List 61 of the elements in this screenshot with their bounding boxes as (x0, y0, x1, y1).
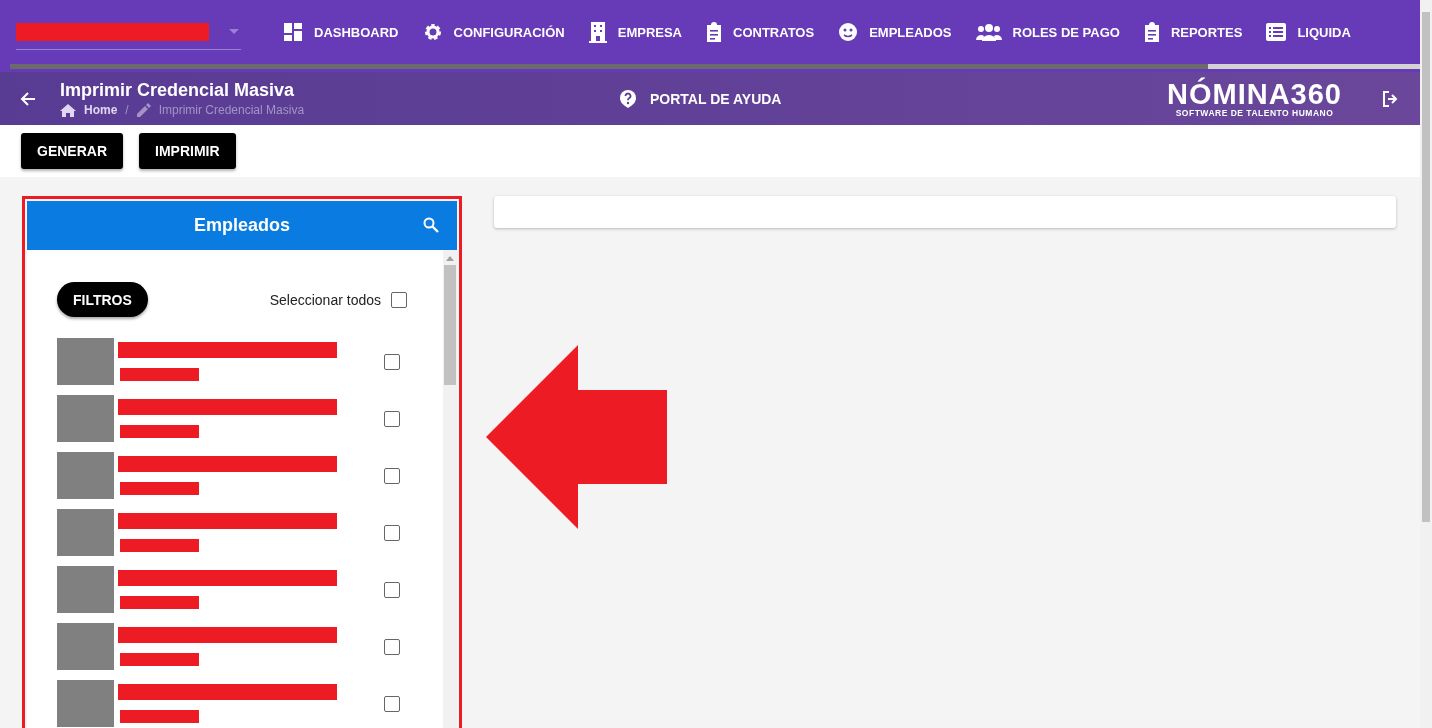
nav-label: CONTRATOS (733, 24, 815, 40)
clipboard-icon (1143, 22, 1160, 42)
logout-icon[interactable] (1382, 89, 1400, 108)
nav-label: REPORTES (1170, 24, 1243, 40)
nav-item[interactable]: LIQUIDA (1254, 23, 1363, 41)
building-icon (588, 21, 607, 43)
page-title: Imprimir Credencial Masiva (60, 80, 296, 101)
select-all-checkbox[interactable] (391, 291, 407, 308)
employee-checkbox[interactable] (384, 353, 400, 370)
gear-icon (422, 22, 443, 42)
toolbar-button[interactable]: GENERAR (21, 133, 123, 169)
pencil-icon (136, 103, 151, 117)
select-all-label: Seleccionar todos (269, 291, 381, 308)
nav-item[interactable]: CONTRATOS (694, 22, 827, 42)
photo-placeholder (57, 566, 114, 613)
home-icon (60, 103, 76, 117)
nav-item[interactable]: DASHBOARD (271, 22, 411, 42)
face-icon (838, 22, 859, 42)
employee-checkbox[interactable] (384, 410, 400, 427)
nav-label: CONFIGURACIÓN (453, 24, 565, 40)
scrollbar-thumb[interactable] (1422, 12, 1430, 522)
scrollbar[interactable] (443, 250, 457, 728)
breadcrumb-separator: / (125, 103, 129, 117)
search-icon[interactable] (423, 217, 439, 233)
caret-icon (229, 29, 239, 34)
nav-item[interactable]: ROLES DE PAGO (963, 23, 1132, 41)
dashboard-icon (283, 22, 303, 42)
photo-placeholder (57, 509, 114, 556)
toolbar-button[interactable]: IMPRIMIR (139, 133, 236, 169)
nav-label: EMPLEADOS (869, 24, 952, 40)
photo-placeholder (57, 623, 114, 670)
employee-checkbox[interactable] (384, 581, 400, 598)
employee-checkbox[interactable] (384, 695, 400, 712)
nav-label: EMPRESA (617, 24, 682, 40)
back-arrow-icon[interactable] (20, 90, 36, 107)
employee-checkbox[interactable] (384, 524, 400, 541)
scrollbar-thumb[interactable] (444, 265, 456, 385)
breadcrumb-link[interactable]: Home (84, 103, 118, 117)
logo-name: NÓMINA360 (1167, 79, 1342, 108)
employee-checkbox[interactable] (384, 467, 400, 484)
nav-item[interactable]: REPORTES (1131, 22, 1255, 42)
panel-title: Empleados (194, 215, 290, 236)
filters-button[interactable]: FILTROS (57, 282, 148, 317)
help-portal-link[interactable]: PORTAL DE AYUDA (620, 89, 782, 108)
photo-placeholder (57, 452, 114, 499)
nav-label: LIQUIDA (1297, 24, 1351, 40)
nav-item[interactable]: CONFIGURACIÓN (410, 22, 577, 42)
photo-placeholder (57, 338, 114, 385)
nav-item[interactable]: EMPRESA (576, 21, 694, 43)
people-icon (975, 23, 1002, 41)
breadcrumb-current: Imprimir Credencial Masiva (158, 103, 305, 117)
clipboard-icon (706, 22, 722, 42)
photo-placeholder (57, 680, 114, 727)
logo-tagline: SOFTWARE DE TALENTO HUMANO (1175, 107, 1334, 118)
list-icon (1266, 23, 1287, 41)
photo-placeholder (57, 395, 114, 442)
nav-label: DASHBOARD (314, 24, 399, 40)
help-icon (620, 89, 636, 108)
nav-item[interactable]: EMPLEADOS (826, 22, 964, 42)
employee-checkbox[interactable] (384, 638, 400, 655)
nav-label: ROLES DE PAGO (1012, 24, 1120, 40)
